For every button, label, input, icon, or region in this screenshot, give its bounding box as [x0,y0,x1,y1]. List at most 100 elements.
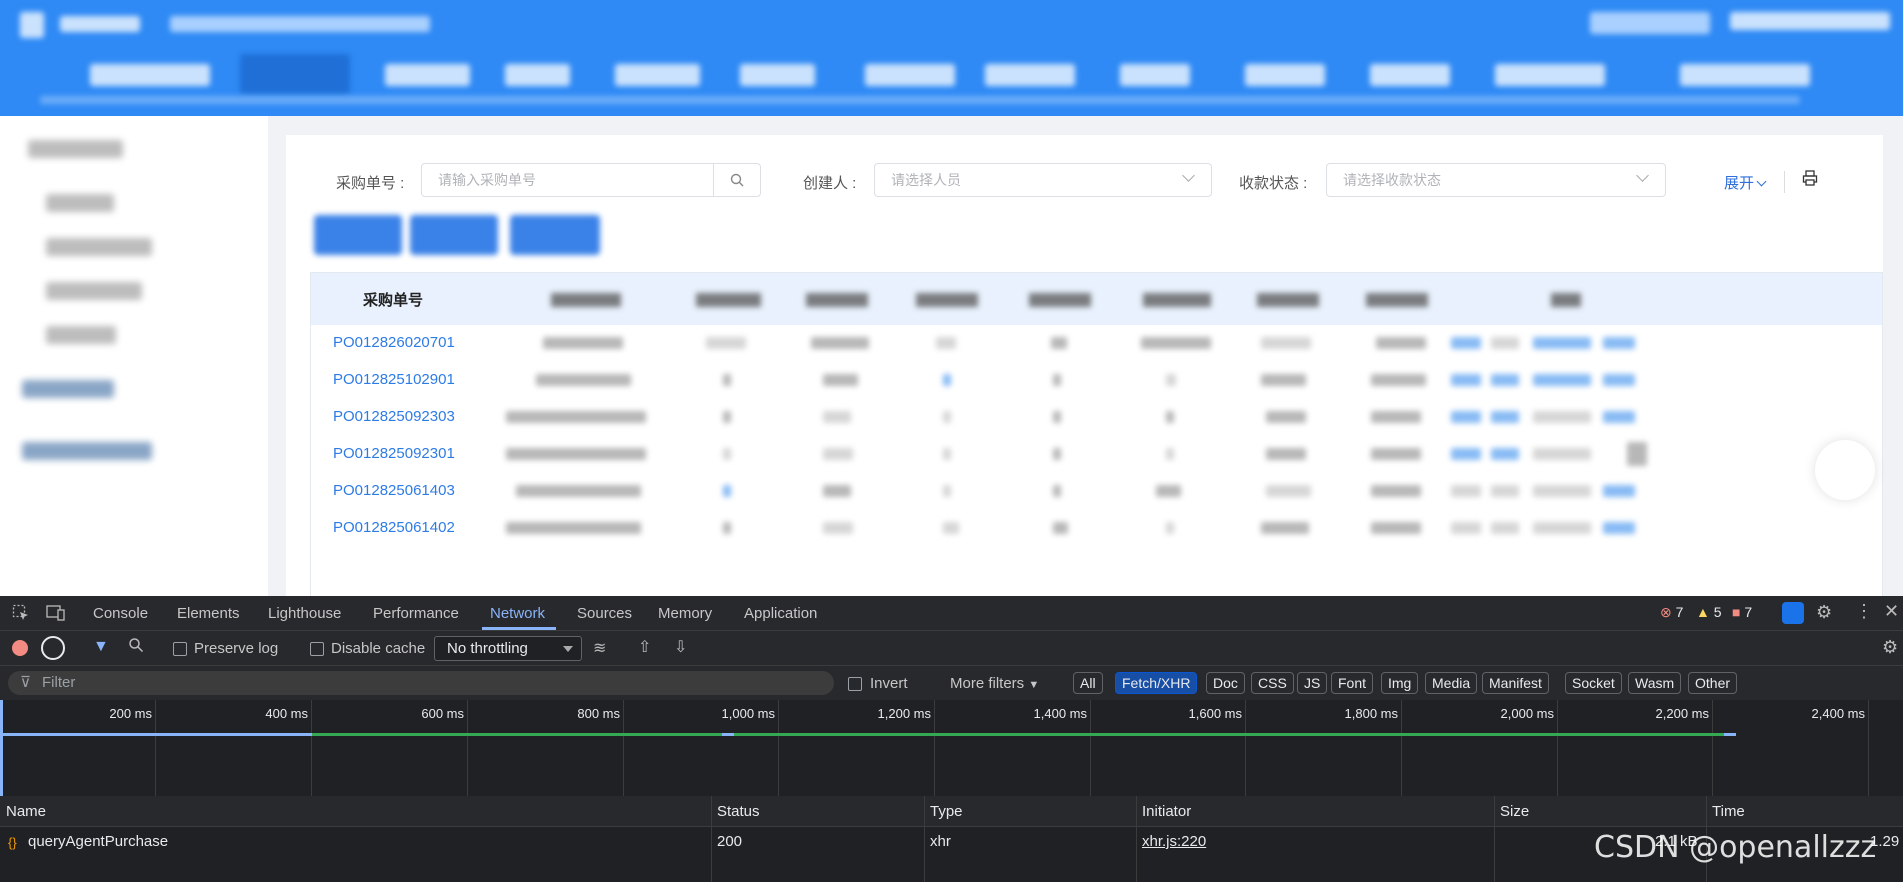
sidebar-item[interactable] [46,194,114,212]
row-action-link[interactable] [1533,337,1591,349]
network-conditions-icon[interactable]: ≋ [593,638,606,658]
import-har-icon[interactable]: ⇧ [638,637,651,657]
nav-item[interactable] [865,64,955,86]
export-har-icon[interactable]: ⇩ [674,637,687,657]
chip-js[interactable]: JS [1297,672,1328,694]
floating-button[interactable] [1815,440,1875,500]
po-number-link[interactable]: PO012825061402 [333,519,455,536]
more-options-icon[interactable]: ⋮ [1855,601,1873,622]
chip-all[interactable]: All [1073,672,1103,694]
row-action-link[interactable] [1603,411,1635,423]
chip-css[interactable]: CSS [1251,672,1294,694]
column-size[interactable]: Size [1500,803,1529,820]
disable-cache-checkbox[interactable] [310,642,324,656]
row-action-link[interactable] [1603,522,1635,534]
nav-item[interactable] [1495,64,1605,86]
search-icon[interactable] [128,637,144,658]
row-action-link[interactable] [1491,374,1519,386]
expand-toggle[interactable]: 展开 [1724,172,1767,193]
po-number-input[interactable]: 请输入采购单号 [421,163,761,197]
row-action-link[interactable] [1603,337,1635,349]
nav-item[interactable] [740,64,815,86]
tab-sources[interactable]: Sources [577,605,632,622]
nav-item[interactable] [1680,64,1810,86]
action-button[interactable] [510,215,600,255]
tab-performance[interactable]: Performance [373,605,459,622]
chip-wasm[interactable]: Wasm [1628,672,1682,694]
row-action-link[interactable] [1603,485,1635,497]
network-timeline-overview[interactable]: 200 ms 400 ms 600 ms 800 ms 1,000 ms 1,2… [0,700,1903,797]
row-action-link[interactable] [1491,448,1519,460]
tab-network[interactable]: Network [490,605,545,622]
nav-item[interactable] [615,64,700,86]
printer-icon[interactable] [1802,170,1818,191]
network-settings-icon[interactable]: ⚙ [1882,637,1898,658]
sidebar-item[interactable] [46,238,152,256]
row-action-link[interactable] [1451,374,1481,386]
request-initiator-link[interactable]: xhr.js:220 [1142,833,1206,850]
invert-checkbox[interactable] [848,677,862,691]
header-user-area[interactable] [1590,12,1710,34]
chip-media[interactable]: Media [1425,672,1478,694]
close-icon[interactable]: ✕ [1884,601,1899,622]
nav-item[interactable] [385,64,470,86]
filter-input[interactable]: ⊽ Filter [8,671,834,695]
nav-item[interactable] [1370,64,1450,86]
clear-icon[interactable] [41,636,65,660]
chip-other[interactable]: Other [1688,672,1738,694]
column-name[interactable]: Name [6,803,46,820]
sidebar-item[interactable] [28,140,123,158]
chip-doc[interactable]: Doc [1206,672,1245,694]
nav-item[interactable] [1120,64,1190,86]
more-filters-dropdown[interactable]: More filters ▼ [950,675,1039,692]
column-type[interactable]: Type [930,803,963,820]
action-button[interactable] [314,215,402,255]
sidebar-item[interactable] [22,442,152,460]
inspect-element-icon[interactable] [12,604,30,627]
tab-memory[interactable]: Memory [658,605,712,622]
column-status[interactable]: Status [717,803,760,820]
column-initiator[interactable]: Initiator [1142,803,1191,820]
row-action-link[interactable] [1533,374,1591,386]
po-number-link[interactable]: PO012825061403 [333,482,455,499]
tab-elements[interactable]: Elements [177,605,240,622]
tab-application[interactable]: Application [744,605,817,622]
issues-badge[interactable]: ■ 7 [1732,604,1752,620]
row-action-link[interactable] [1603,374,1635,386]
gear-icon[interactable]: ⚙ [1816,602,1832,623]
po-number-link[interactable]: PO012826020701 [333,334,455,351]
row-action-link[interactable] [1451,411,1481,423]
chip-font[interactable]: Font [1331,672,1374,694]
sidebar-item[interactable] [46,282,142,300]
record-icon[interactable] [12,640,28,656]
preserve-log-checkbox[interactable] [173,642,187,656]
payment-status-select[interactable]: 请选择收款状态 [1326,163,1666,197]
tab-console[interactable]: Console [93,605,148,622]
row-action-link[interactable] [1451,448,1481,460]
nav-item[interactable] [505,64,570,86]
column-time[interactable]: Time [1712,803,1745,820]
device-toolbar-icon[interactable] [46,604,66,627]
sync-icon[interactable] [1782,602,1804,624]
po-number-link[interactable]: PO012825092301 [333,445,455,462]
request-name[interactable]: queryAgentPurchase [28,833,168,850]
filter-icon[interactable]: ▼ [93,638,109,656]
po-number-link[interactable]: PO012825102901 [333,371,455,388]
nav-item[interactable] [1245,64,1325,86]
nav-item[interactable] [90,64,210,86]
nav-item[interactable] [985,64,1075,86]
po-number-link[interactable]: PO012825092303 [333,408,455,425]
error-badge[interactable]: ⊗ 7 [1660,604,1683,621]
tab-lighthouse[interactable]: Lighthouse [268,605,341,622]
row-action-link[interactable] [1491,411,1519,423]
action-button[interactable] [410,215,498,255]
sidebar-item[interactable] [22,380,114,398]
chip-manifest[interactable]: Manifest [1482,672,1549,694]
header-user-name[interactable] [1730,12,1890,30]
row-action-link[interactable] [1451,337,1481,349]
search-button[interactable] [713,164,760,196]
creator-select[interactable]: 请选择人员 [874,163,1212,197]
chip-fetch-xhr[interactable]: Fetch/XHR [1115,672,1198,694]
chip-socket[interactable]: Socket [1565,672,1622,694]
chip-img[interactable]: Img [1381,672,1419,694]
